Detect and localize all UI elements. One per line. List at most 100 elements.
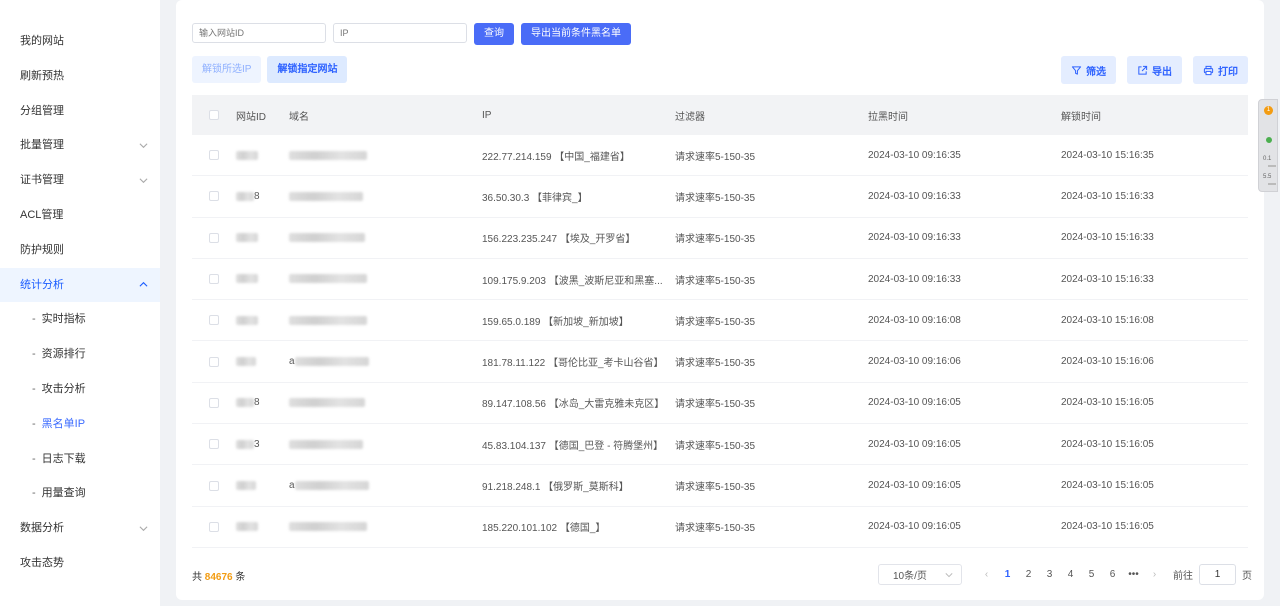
sidebar-item-data-analysis[interactable]: 数据分析 bbox=[0, 511, 160, 546]
sidebar-item-batch-management[interactable]: 批量管理 bbox=[0, 128, 160, 163]
action-bar: 解锁所选IP 解锁指定网站 bbox=[192, 56, 348, 83]
row-checkbox[interactable] bbox=[209, 232, 219, 243]
table-row[interactable]: 3 45.83.104.137 【德国_巴登 - 符腾堡州】 请求速率5-150-3… bbox=[192, 424, 1248, 466]
table-row[interactable]: 185.220.101.102 【德国_】 请求速率5-150-35 2024-03… bbox=[192, 507, 1248, 548]
cell-unblock-time: 2024-03-10 15:16:05 bbox=[1061, 480, 1154, 492]
printer-icon bbox=[1203, 65, 1214, 75]
cell-site-id: 3 bbox=[236, 439, 289, 450]
export-button-label: 导出 bbox=[1152, 66, 1172, 78]
table-row[interactable]: 8 36.50.30.3 【菲律宾_】 请求速率5-150-35 2024-03-10… bbox=[192, 176, 1248, 218]
row-select-cell bbox=[192, 521, 236, 532]
cell-domain: a bbox=[289, 480, 482, 491]
page-button-6[interactable]: 6 bbox=[1102, 569, 1123, 580]
table-row[interactable]: a 181.78.11.122 【哥伦比亚_考卡山谷省】 请求速率5-150-35 2… bbox=[192, 341, 1248, 383]
col-header-domain[interactable]: 域名 bbox=[289, 108, 482, 123]
cell-filter: 请求速率5-150-35 bbox=[675, 316, 756, 328]
goto-page-input[interactable] bbox=[1199, 564, 1236, 585]
row-select-cell bbox=[192, 315, 236, 326]
row-checkbox[interactable] bbox=[209, 521, 219, 532]
page-button-3[interactable]: 3 bbox=[1039, 569, 1060, 580]
more-pages-button[interactable]: ••• bbox=[1123, 569, 1144, 580]
page-size-select[interactable]: 10条/页 bbox=[878, 564, 962, 585]
print-button[interactable]: 打印 bbox=[1193, 56, 1248, 84]
cell-site-id bbox=[236, 480, 289, 491]
export-button[interactable]: 导出 bbox=[1127, 56, 1182, 84]
table-row[interactable]: 159.65.0.189 【新加坡_新加坡】 请求速率5-150-35 2024-0… bbox=[192, 300, 1248, 342]
cell-unblock-time: 2024-03-10 15:16:33 bbox=[1061, 232, 1154, 244]
col-header-block-time[interactable]: 拉黑时间 bbox=[868, 108, 1061, 123]
select-all-checkbox[interactable] bbox=[209, 110, 219, 120]
row-checkbox[interactable] bbox=[209, 150, 219, 161]
row-checkbox[interactable] bbox=[209, 439, 219, 450]
export-blacklist-button[interactable]: 导出当前条件黑名单 bbox=[521, 23, 631, 45]
row-checkbox[interactable] bbox=[209, 315, 219, 326]
redacted-domain bbox=[294, 356, 369, 366]
cell-site-id bbox=[236, 521, 289, 532]
sidebar-item-refresh-preheat[interactable]: 刷新预热 bbox=[0, 59, 160, 94]
cell-block-time: 2024-03-10 09:16:35 bbox=[868, 149, 961, 161]
filter-bar: 查询 导出当前条件黑名单 bbox=[192, 23, 631, 45]
sidebar-item-label: 数据分析 bbox=[20, 522, 64, 535]
cell-domain bbox=[289, 232, 482, 243]
table-row[interactable]: a 91.218.248.1 【俄罗斯_莫斯科】 请求速率5-150-35 2024-… bbox=[192, 465, 1248, 507]
row-checkbox[interactable] bbox=[209, 191, 219, 202]
total-number: 84676 bbox=[204, 572, 233, 583]
cell-ip: 181.78.11.122 【哥伦比亚_考卡山谷省】 bbox=[482, 358, 664, 370]
table-row[interactable]: 109.175.9.203 【波黑_波斯尼亚和黑塞... 请求速率5-150-35… bbox=[192, 259, 1248, 301]
sidebar-subitem-blacklist-ip[interactable]: - 黑名单IP bbox=[0, 407, 160, 442]
widget-stat-1: 0.1 bbox=[1263, 156, 1272, 162]
sidebar-item-attack-situation[interactable]: 攻击态势 bbox=[0, 546, 160, 581]
cell-block-time: 2024-03-10 09:16:05 bbox=[868, 521, 961, 533]
sidebar-item-protection-rules[interactable]: 防护规则 bbox=[0, 233, 160, 268]
blacklist-table: 网站ID 域名 IP 过滤器 拉黑时间 解锁时间 222.77.214.159 … bbox=[192, 95, 1248, 548]
sidebar-subitem-attack-analysis[interactable]: - 攻击分析 bbox=[0, 372, 160, 407]
sidebar-item-label: 资源排行 bbox=[41, 348, 86, 361]
sidebar-item-statistics[interactable]: 统计分析 bbox=[0, 267, 160, 303]
sidebar-subitem-resource-ranking[interactable]: - 资源排行 bbox=[0, 337, 160, 372]
redacted-site-id bbox=[236, 274, 258, 284]
cell-ip: 45.83.104.137 【德国_巴登 - 符腾堡州】 bbox=[482, 440, 664, 452]
unlock-selected-ip-button[interactable]: 解锁所选IP bbox=[192, 56, 262, 83]
row-checkbox[interactable] bbox=[209, 356, 219, 367]
sidebar-item-group-management[interactable]: 分组管理 bbox=[0, 94, 160, 129]
cell-ip: 222.77.214.159 【中国_福建省】 bbox=[482, 151, 630, 163]
sidebar: 我的网站 刷新预热 分组管理 批量管理 证书管理 ACL管理 防护规则 统计分析… bbox=[0, 0, 160, 606]
col-header-site-id[interactable]: 网站ID bbox=[236, 108, 289, 123]
page-button-2[interactable]: 2 bbox=[1018, 569, 1039, 580]
sidebar-item-my-sites[interactable]: 我的网站 bbox=[0, 24, 160, 59]
query-button[interactable]: 查询 bbox=[474, 23, 514, 45]
row-checkbox[interactable] bbox=[209, 480, 219, 491]
cell-unblock-time: 2024-03-10 15:16:33 bbox=[1061, 273, 1154, 285]
row-checkbox[interactable] bbox=[209, 274, 219, 285]
table-row[interactable]: 156.223.235.247 【埃及_开罗省】 请求速率5-150-35 2024… bbox=[192, 218, 1248, 259]
total-suffix: 条 bbox=[235, 572, 246, 583]
col-header-filter[interactable]: 过滤器 bbox=[675, 108, 868, 123]
col-header-ip[interactable]: IP bbox=[482, 110, 675, 121]
table-row[interactable]: 222.77.214.159 【中国_福建省】 请求速率5-150-35 2024-… bbox=[192, 135, 1248, 177]
page-button-4[interactable]: 4 bbox=[1060, 569, 1081, 580]
cell-unblock-time: 2024-03-10 15:16:05 bbox=[1061, 521, 1154, 533]
ip-input[interactable] bbox=[333, 23, 467, 43]
notification-badge: 1 bbox=[1264, 106, 1273, 115]
domain-head: a bbox=[289, 480, 295, 492]
col-header-unblock-time[interactable]: 解锁时间 bbox=[1061, 108, 1248, 123]
site-id-input[interactable] bbox=[192, 23, 326, 43]
sidebar-subitem-log-download[interactable]: - 日志下载 bbox=[0, 442, 160, 477]
unlock-site-button[interactable]: 解锁指定网站 bbox=[267, 56, 348, 83]
sidebar-item-acl-management[interactable]: ACL管理 bbox=[0, 198, 160, 233]
row-checkbox[interactable] bbox=[209, 397, 219, 408]
sidebar-subitem-usage-query[interactable]: - 用量查询 bbox=[0, 476, 160, 511]
site-id-tail: 3 bbox=[254, 438, 260, 450]
sidebar-item-cert-management[interactable]: 证书管理 bbox=[0, 163, 160, 198]
page-button-5[interactable]: 5 bbox=[1081, 569, 1102, 580]
floating-monitor-widget[interactable]: 1 0.1 5.5 bbox=[1258, 99, 1278, 192]
prev-page-button[interactable]: ‹ bbox=[976, 569, 997, 580]
next-page-button[interactable]: › bbox=[1144, 569, 1165, 580]
table-row[interactable]: 8 89.147.108.56 【冰岛_大雷克雅未克区】 请求速率5-150-35 2… bbox=[192, 383, 1248, 425]
cell-domain: a bbox=[289, 356, 482, 367]
cell-ip: 159.65.0.189 【新加坡_新加坡】 bbox=[482, 316, 629, 328]
sidebar-subitem-realtime-metrics[interactable]: - 实时指标 bbox=[0, 302, 160, 337]
page-button-1[interactable]: 1 bbox=[997, 569, 1018, 580]
filter-button[interactable]: 筛选 bbox=[1061, 56, 1116, 84]
cell-block-time: 2024-03-10 09:16:33 bbox=[868, 232, 961, 244]
